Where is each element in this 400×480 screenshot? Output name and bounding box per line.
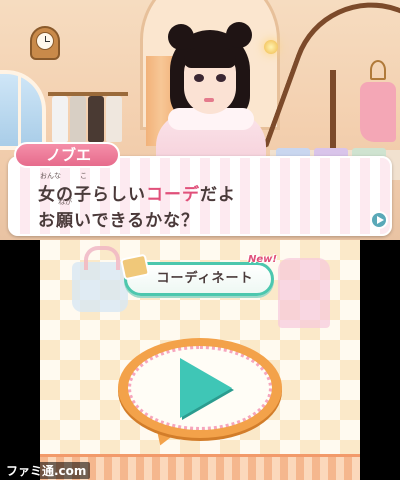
character-lips bbox=[204, 98, 214, 102]
character-eye bbox=[194, 74, 204, 82]
handbag-icon bbox=[72, 246, 128, 312]
dialogue-line-2: お願いできるかな？ bbox=[38, 211, 200, 231]
jacket-icon bbox=[278, 258, 330, 328]
new-badge: New! bbox=[248, 254, 277, 265]
character-hair-bun bbox=[168, 24, 194, 50]
garment bbox=[106, 96, 122, 142]
staircase-post bbox=[330, 70, 336, 160]
displayed-dress bbox=[360, 82, 396, 142]
speaker-name: ノブエ bbox=[14, 142, 120, 168]
bottom-screen: コーディネート New! bbox=[40, 240, 360, 480]
window bbox=[0, 70, 46, 150]
dialogue-text: だよ bbox=[200, 185, 236, 205]
garment bbox=[70, 96, 86, 142]
garment bbox=[88, 96, 104, 142]
clock-icon bbox=[30, 26, 60, 60]
watermark-logo: ファミ通.com bbox=[2, 462, 91, 479]
play-icon[interactable] bbox=[180, 358, 232, 418]
dialogue-text: 女の子らしい bbox=[38, 185, 146, 205]
hanger-icon bbox=[370, 60, 386, 80]
next-arrow-icon[interactable] bbox=[370, 211, 388, 229]
dialogue-highlight: コーデ bbox=[146, 185, 200, 205]
character-fringe bbox=[184, 48, 236, 68]
wall-lamp-icon bbox=[264, 40, 278, 54]
garment bbox=[52, 96, 68, 142]
dialogue-line-1: 女の子らしいコーデだよ bbox=[38, 180, 236, 205]
character-eye bbox=[216, 74, 226, 82]
character-hair-bun bbox=[226, 22, 252, 48]
